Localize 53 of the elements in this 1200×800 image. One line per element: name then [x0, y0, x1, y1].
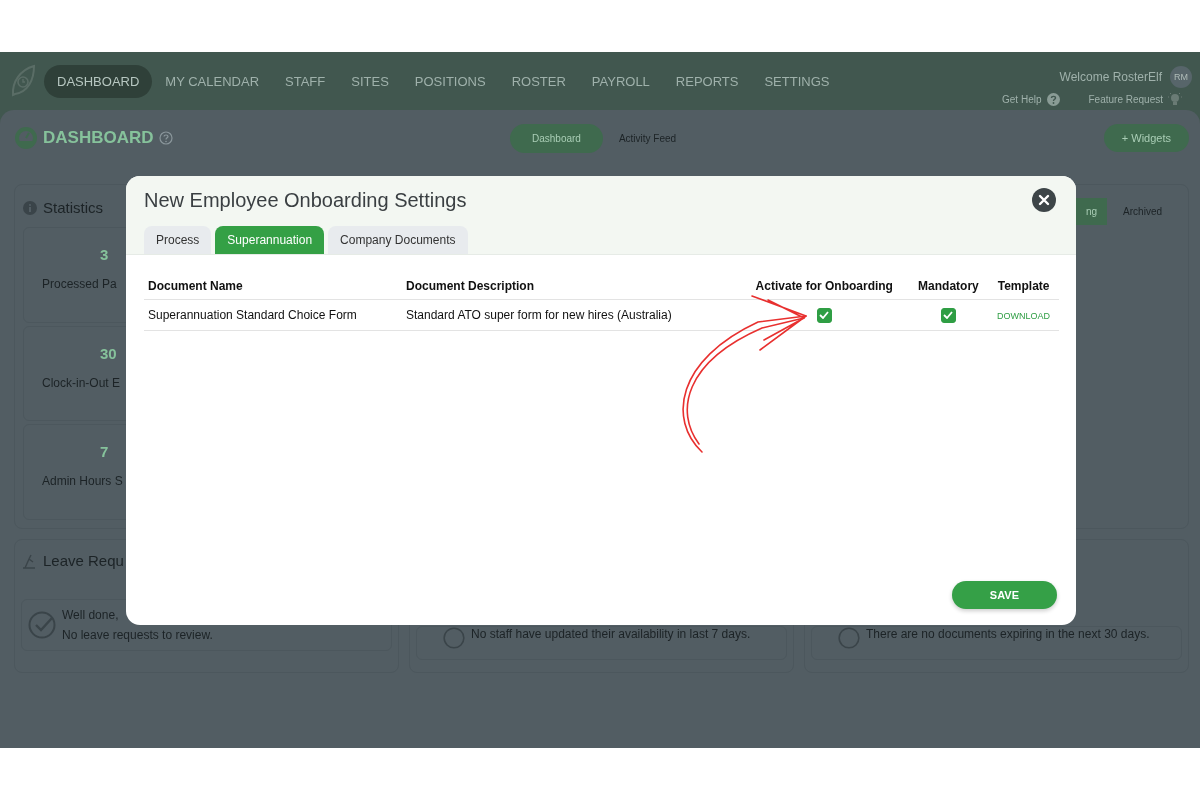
view-tab[interactable]: Dashboard: [510, 123, 603, 153]
nav-item[interactable]: MY CALENDAR: [152, 64, 273, 98]
nav-item[interactable]: SITES: [338, 64, 402, 98]
message-text: Well done,: [62, 608, 120, 622]
checkbox[interactable]: [940, 307, 956, 323]
dialog-title: New Employee Onboarding Settings: [144, 188, 467, 212]
stat-label: Admin Hours S: [42, 474, 123, 489]
download-link[interactable]: DOWNLOAD: [997, 311, 1051, 321]
column-header: Document Name: [144, 271, 402, 300]
card-title: Leave Requ: [43, 552, 124, 569]
dialog-tab[interactable]: Process: [144, 226, 212, 254]
help-icon: [1046, 92, 1060, 106]
column-header: Template: [988, 271, 1059, 300]
nav-item[interactable]: SETTINGS: [751, 64, 843, 98]
nav-item[interactable]: PAYROLL: [578, 64, 663, 98]
lightbulb-icon: [1168, 91, 1182, 107]
card-title: Statistics: [43, 199, 103, 216]
table-cell: Standard ATO super form for new hires (Australia): [402, 299, 740, 331]
filter-tab[interactable]: Archived: [1107, 198, 1178, 225]
save-button[interactable]: SAVE: [951, 581, 1057, 609]
checkbox[interactable]: [816, 307, 832, 323]
nav-item[interactable]: ROSTER: [498, 64, 579, 98]
user-avatar[interactable]: RM: [1170, 65, 1192, 88]
help-icon[interactable]: [158, 131, 173, 145]
info-icon: [23, 200, 37, 215]
column-header: Document Description: [402, 271, 740, 300]
close-icon[interactable]: [1032, 188, 1056, 212]
dialog-tab[interactable]: Superannuation: [215, 226, 325, 254]
dialog-tab[interactable]: Company Documents: [328, 226, 468, 254]
check-circle-icon: [443, 627, 465, 649]
get-help-link[interactable]: Get Help: [1002, 93, 1042, 105]
stat-value: 7: [100, 443, 109, 461]
message-text: No leave requests to review.: [62, 628, 213, 642]
nav-item[interactable]: REPORTS: [662, 64, 752, 98]
nav-item[interactable]: POSITIONS: [401, 64, 499, 98]
nav-item[interactable]: STAFF: [272, 64, 339, 98]
stat-label: Processed Pa: [42, 277, 117, 291]
filter-tab[interactable]: ng: [1075, 198, 1108, 225]
welcome-text: Welcome RosterElf: [1059, 69, 1162, 84]
table-cell: Superannuation Standard Choice Form: [144, 299, 402, 331]
column-header: Mandatory: [908, 271, 989, 300]
feature-request-link[interactable]: Feature Request: [1088, 93, 1163, 105]
column-header: Activate for Onboarding: [740, 271, 909, 300]
check-circle-icon: [838, 627, 860, 649]
page-title: DASHBOARD: [43, 128, 154, 148]
check-circle-icon: [28, 611, 56, 639]
nav-item[interactable]: DASHBOARD: [44, 64, 153, 98]
stat-label: Clock-in-Out E: [42, 375, 121, 390]
stat-value: 30: [100, 344, 117, 362]
stat-value: 3: [100, 246, 109, 263]
message-text: There are no documents expiring in the next 30 days.: [866, 627, 1150, 641]
view-tab[interactable]: Activity Feed: [602, 123, 693, 153]
add-widgets-button[interactable]: + Widgets: [1103, 124, 1189, 152]
